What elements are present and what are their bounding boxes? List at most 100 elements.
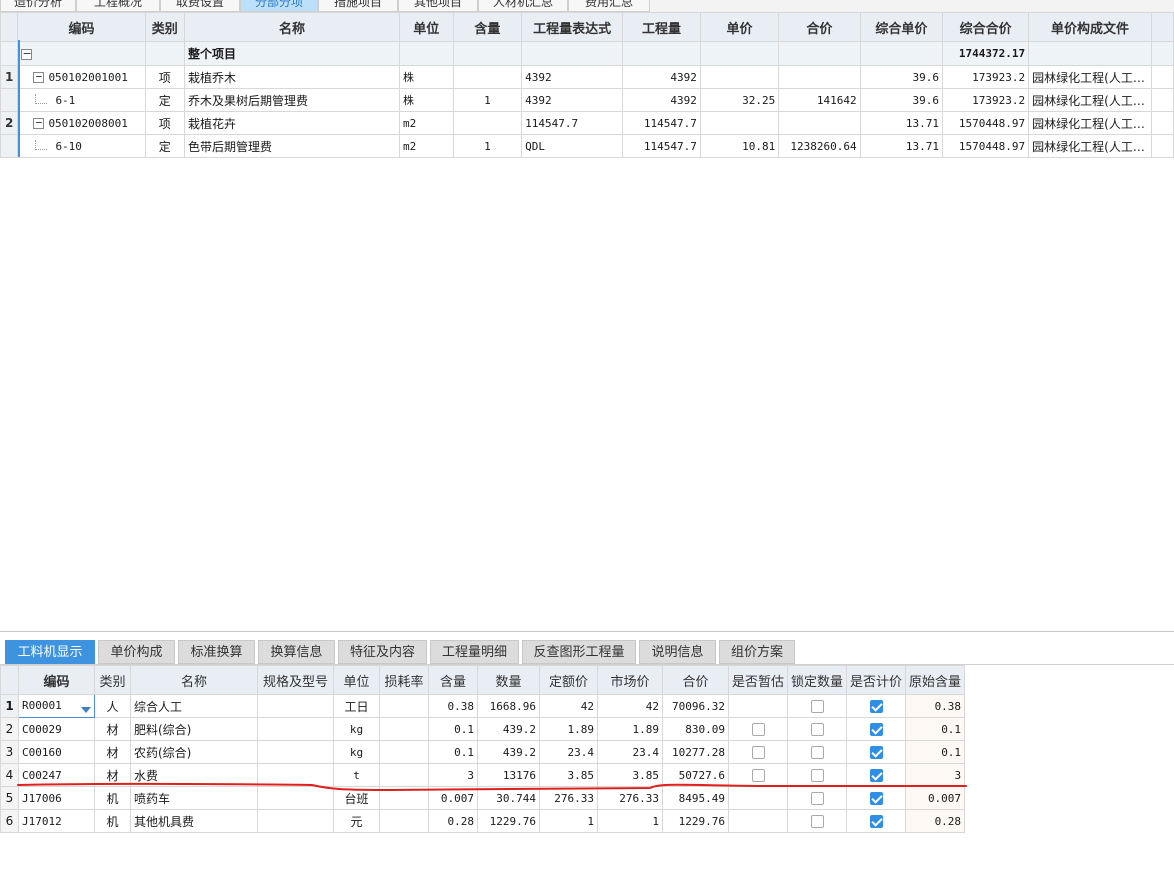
quota-price-cell[interactable]: 3.85 [539, 763, 598, 787]
lock-cell[interactable] [787, 786, 848, 810]
total-cell[interactable]: 1570448.97 [942, 111, 1030, 135]
loss-cell[interactable] [379, 740, 429, 764]
code-cell[interactable]: 6-10 [17, 134, 146, 158]
amount-cell[interactable]: 8495.49 [662, 786, 729, 810]
tab-labor-material-summary[interactable]: 人材机汇总 [478, 0, 568, 12]
col-total[interactable]: 综合合价 [942, 12, 1030, 42]
quota-price-cell[interactable]: 23.4 [539, 740, 598, 764]
unit-cell[interactable]: t [333, 763, 380, 787]
original-content-cell[interactable]: 3 [905, 763, 966, 787]
table-row[interactable]: 6 J17012 机 其他机具费 元 0.28 1229.76 1 1 1229… [0, 809, 966, 833]
code-cell[interactable]: J17006 [18, 786, 95, 810]
amount-cell[interactable] [778, 65, 861, 89]
unit-price-cell[interactable]: 39.6 [859, 88, 944, 112]
content-cell[interactable]: 1 [452, 134, 523, 158]
code-cell[interactable]: 6-1 [17, 88, 146, 112]
original-content-cell[interactable]: 0.1 [905, 717, 966, 741]
tree-cell[interactable]: − [17, 41, 146, 66]
qty-cell[interactable]: 4392 [622, 88, 701, 112]
col-spec[interactable]: 规格及型号 [257, 665, 334, 695]
tab-labor-material-display[interactable]: 工料机显示 [5, 640, 95, 664]
name-cell[interactable]: 栽植花卉 [184, 111, 401, 135]
type-cell[interactable]: 机 [94, 809, 131, 833]
unit-cell[interactable]: kg [333, 740, 380, 764]
expr-cell[interactable]: 4392 [521, 88, 624, 112]
lock-cell[interactable] [787, 740, 848, 764]
quantity-cell[interactable]: 1668.96 [477, 694, 540, 718]
code-cell[interactable]: C00247 [18, 763, 95, 787]
quota-price-cell[interactable]: 42 [539, 694, 598, 718]
expr-cell[interactable]: QDL [521, 134, 624, 158]
priced-cell[interactable] [846, 717, 907, 741]
qty-cell[interactable]: 114547.7 [622, 111, 701, 135]
collapse-icon[interactable]: − [21, 48, 33, 60]
unit-cell[interactable]: 株 [399, 88, 454, 112]
table-row[interactable]: 6-1 定 乔木及果树后期管理费 株 1 4392 4392 32.25 141… [0, 88, 1174, 112]
estimate-cell[interactable] [727, 740, 789, 764]
unit-cell[interactable]: 工日 [333, 694, 380, 718]
col-loss-rate[interactable]: 损耗率 [379, 665, 429, 695]
col-lock-qty[interactable]: 锁定数量 [787, 665, 848, 695]
priced-checkbox[interactable] [869, 815, 883, 828]
dropdown-arrow-icon[interactable] [81, 707, 91, 713]
quota-price-cell[interactable]: 1 [539, 809, 598, 833]
price-file-cell[interactable]: 园林绿化工程(人工… [1028, 111, 1152, 135]
estimate-checkbox[interactable] [751, 746, 765, 759]
market-price-cell[interactable]: 276.33 [597, 786, 663, 810]
quantity-cell[interactable]: 439.2 [477, 717, 540, 741]
panel-splitter[interactable] [0, 631, 1174, 632]
estimate-checkbox[interactable] [751, 769, 765, 782]
loss-cell[interactable] [379, 694, 429, 718]
tab-description[interactable]: 说明信息 [639, 640, 716, 664]
col-is-priced[interactable]: 是否计价 [846, 665, 907, 695]
type-cell[interactable]: 定 [144, 134, 186, 158]
col-unit-price[interactable]: 综合单价 [859, 12, 944, 42]
type-cell[interactable]: 项 [144, 65, 186, 89]
total-cell[interactable]: 173923.2 [942, 88, 1030, 112]
price-cell[interactable] [699, 65, 780, 89]
table-row-total[interactable]: − 整个项目 1744372.17 [0, 41, 1174, 66]
name-cell[interactable]: 色带后期管理费 [184, 134, 401, 158]
table-row[interactable]: 1 −050102001001 项 栽植乔木 株 4392 4392 39.6 … [0, 65, 1174, 89]
market-price-cell[interactable]: 23.4 [597, 740, 663, 764]
quantity-cell[interactable]: 439.2 [477, 740, 540, 764]
content-cell[interactable]: 0.1 [428, 717, 478, 741]
tab-itemized[interactable]: 分部分项 [240, 0, 318, 12]
col-content[interactable]: 含量 [428, 665, 478, 695]
table-row[interactable]: 6-10 定 色带后期管理费 m2 1 QDL 114547.7 10.81 1… [0, 134, 1174, 158]
name-cell[interactable]: 乔木及果树后期管理费 [184, 88, 401, 112]
name-cell[interactable]: 综合人工 [130, 694, 258, 718]
lock-checkbox[interactable] [810, 815, 824, 828]
lock-cell[interactable] [787, 717, 848, 741]
name-cell[interactable]: 水费 [130, 763, 258, 787]
expr-cell[interactable]: 4392 [521, 65, 624, 89]
tab-quantity-details[interactable]: 工程量明细 [430, 640, 519, 664]
unit-cell[interactable]: 元 [333, 809, 380, 833]
original-content-cell[interactable]: 0.1 [905, 740, 966, 764]
content-cell[interactable]: 0.28 [428, 809, 478, 833]
name-cell[interactable]: 栽植乔木 [184, 65, 401, 89]
content-cell[interactable]: 0.007 [428, 786, 478, 810]
spec-cell[interactable] [257, 786, 334, 810]
price-cell[interactable] [699, 111, 780, 135]
priced-cell[interactable] [846, 694, 907, 718]
quantity-cell[interactable]: 30.744 [477, 786, 540, 810]
lock-checkbox[interactable] [810, 769, 824, 782]
spec-cell[interactable] [257, 763, 334, 787]
original-content-cell[interactable]: 0.007 [905, 786, 966, 810]
priced-cell[interactable] [846, 809, 907, 833]
priced-checkbox[interactable] [869, 700, 883, 713]
col-amount[interactable]: 合价 [778, 12, 861, 42]
amount-cell[interactable]: 50727.6 [662, 763, 729, 787]
spec-cell[interactable] [257, 740, 334, 764]
type-cell[interactable]: 项 [144, 111, 186, 135]
amount-cell[interactable] [778, 111, 861, 135]
lock-checkbox[interactable] [810, 700, 824, 713]
col-qty-expr[interactable]: 工程量表达式 [521, 12, 624, 42]
col-unit[interactable]: 单位 [399, 12, 454, 42]
col-quantity[interactable]: 数量 [477, 665, 540, 695]
priced-cell[interactable] [846, 740, 907, 764]
quota-price-cell[interactable]: 276.33 [539, 786, 598, 810]
market-price-cell[interactable]: 1.89 [597, 717, 663, 741]
code-dropdown[interactable]: R00001 [18, 694, 95, 718]
